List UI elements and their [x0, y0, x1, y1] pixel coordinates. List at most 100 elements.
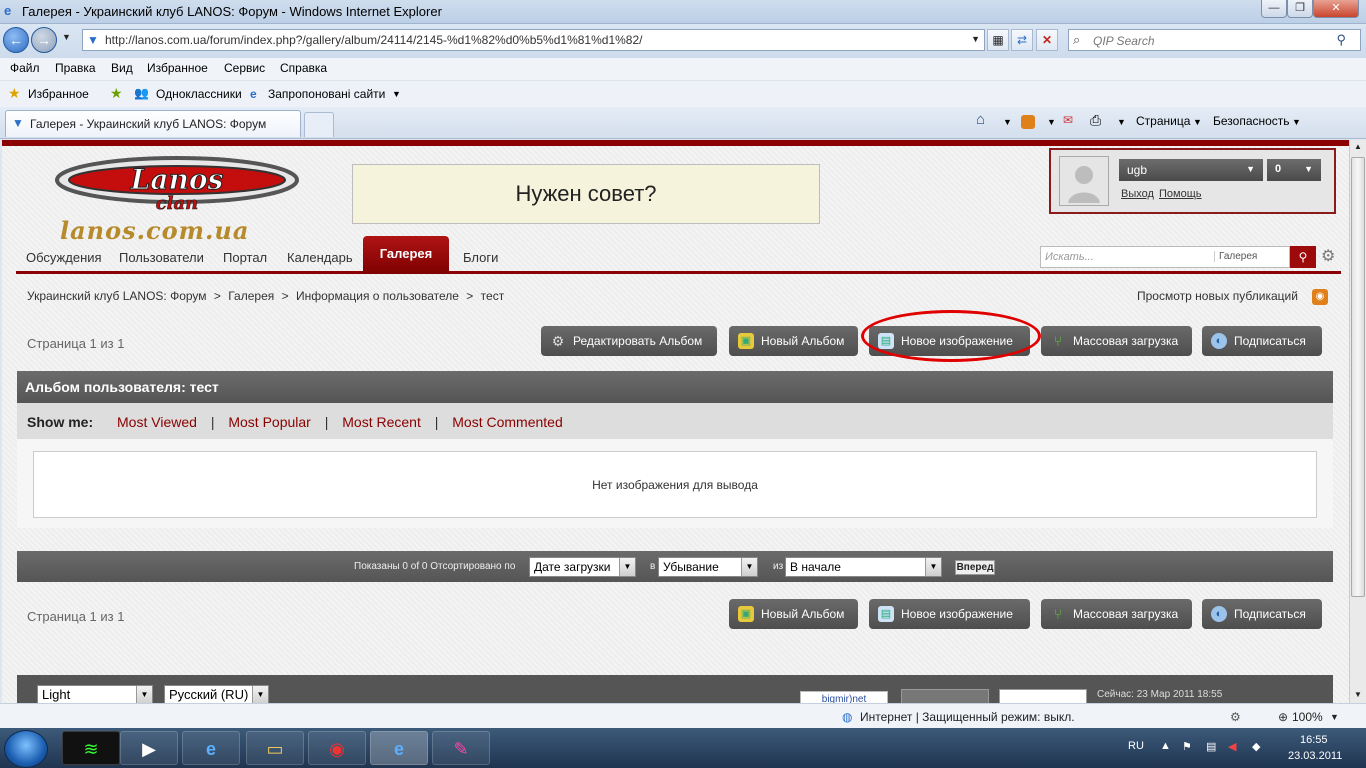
start-button[interactable]: [4, 730, 48, 768]
page-dropdown-icon[interactable]: ▼: [1193, 117, 1202, 127]
new-image-button[interactable]: ▤ Новое изображение: [869, 326, 1030, 356]
nav-discussions[interactable]: Обсуждения: [26, 250, 102, 265]
fav-suggested-sites[interactable]: Запропоновані сайти: [268, 87, 385, 101]
breadcrumb-gallery[interactable]: Галерея: [228, 289, 274, 303]
new-posts-link[interactable]: Просмотр новых публикаций: [1137, 289, 1298, 303]
rss-icon[interactable]: ◉: [1312, 289, 1328, 305]
feeds-icon[interactable]: [1021, 115, 1035, 129]
bigmir-counter[interactable]: bigmir)net: [800, 691, 888, 703]
taskbar-app-media[interactable]: ▶: [120, 731, 178, 765]
search-scope[interactable]: Галерея: [1214, 251, 1257, 262]
favorites-button[interactable]: Избранное: [28, 87, 89, 101]
taskbar-app-ie-active[interactable]: e: [370, 731, 428, 765]
compat-view-icon[interactable]: ▦: [987, 29, 1009, 51]
menu-file[interactable]: Файл: [10, 61, 40, 75]
sort-by-select[interactable]: Дате загрузки ▼: [529, 557, 636, 577]
close-button[interactable]: ✕: [1313, 0, 1359, 18]
menu-edit[interactable]: Правка: [55, 61, 96, 75]
refresh-icon[interactable]: ⇄: [1011, 29, 1033, 51]
forward-button[interactable]: →: [31, 27, 57, 53]
vertical-scrollbar[interactable]: ▲ ▼: [1349, 140, 1366, 703]
network-icon[interactable]: ▤: [1206, 740, 1216, 753]
new-album-button[interactable]: ▣ Новый Альбом: [729, 326, 858, 356]
skin-select[interactable]: Light ▼: [37, 685, 153, 703]
qip-search-input[interactable]: ⌕ QIP Search ⚲: [1068, 29, 1361, 51]
filter-most-commented[interactable]: Most Commented: [452, 414, 562, 430]
mass-upload-button[interactable]: ⑂ Массовая загрузка: [1041, 326, 1192, 356]
sort-start-select[interactable]: В начале ▼: [785, 557, 942, 577]
filter-most-viewed[interactable]: Most Viewed: [117, 414, 197, 430]
logout-link[interactable]: Выход: [1121, 188, 1154, 200]
filter-most-popular[interactable]: Most Popular: [228, 414, 310, 430]
filter-most-recent[interactable]: Most Recent: [342, 414, 421, 430]
scroll-up-icon[interactable]: ▲: [1354, 142, 1362, 151]
help-link[interactable]: Помощь: [1159, 188, 1202, 200]
protected-mode-icon[interactable]: ⚙: [1230, 710, 1241, 724]
print-dropdown-icon[interactable]: ▼: [1117, 117, 1126, 127]
tray-app-icon[interactable]: ◆: [1252, 740, 1260, 753]
scroll-thumb[interactable]: [1351, 157, 1365, 597]
user-menu-dropdown[interactable]: ugb ▼: [1119, 159, 1263, 181]
nav-blogs[interactable]: Блоги: [463, 250, 498, 265]
safety-menu[interactable]: Безопасность: [1213, 114, 1290, 128]
home-icon[interactable]: ⌂: [976, 111, 985, 128]
sort-order-select[interactable]: Убывание ▼: [658, 557, 758, 577]
ad-banner[interactable]: Нужен совет?: [352, 164, 820, 224]
print-icon[interactable]: ⎙: [1090, 112, 1101, 129]
search-button[interactable]: ⚲: [1290, 246, 1316, 268]
taskbar-app-explorer[interactable]: ▭: [246, 731, 304, 765]
menu-help[interactable]: Справка: [280, 61, 327, 75]
menu-tools[interactable]: Сервис: [224, 61, 265, 75]
mail-icon[interactable]: ✉: [1063, 113, 1073, 127]
address-dropdown-icon[interactable]: ▼: [971, 34, 980, 44]
fav-odnoklassniki[interactable]: Одноклассники: [156, 87, 242, 101]
back-button[interactable]: ←: [3, 27, 29, 53]
tab-gallery[interactable]: ▼ Галерея - Украинский клуб LANOS: Форум: [5, 110, 301, 137]
site-logo[interactable]: Lanos clan lanos.com.ua: [52, 150, 302, 245]
safety-dropdown-icon[interactable]: ▼: [1292, 117, 1301, 127]
feeds-dropdown-icon[interactable]: ▼: [1047, 117, 1056, 127]
taskbar-app-ie[interactable]: e: [182, 731, 240, 765]
suggested-dropdown-icon[interactable]: ▼: [392, 89, 401, 99]
language-select[interactable]: Русский (RU) ▼: [164, 685, 269, 703]
maximize-button[interactable]: ❐: [1287, 0, 1313, 18]
clock-time[interactable]: 16:55: [1300, 734, 1328, 746]
address-bar[interactable]: ▼ http://lanos.com.ua/forum/index.php?/g…: [82, 29, 985, 51]
nav-portal[interactable]: Портал: [223, 250, 267, 265]
tray-expand-icon[interactable]: ▲: [1160, 740, 1171, 752]
taskbar-app-chrome[interactable]: ◉: [308, 731, 366, 765]
taskbar-app-razer[interactable]: ≋: [62, 731, 120, 765]
edit-album-button[interactable]: ⚙ Редактировать Альбом: [541, 326, 717, 356]
new-image-button-bottom[interactable]: ▤ Новое изображение: [869, 599, 1030, 629]
site-search-input[interactable]: Искать... Галерея: [1040, 246, 1290, 268]
stop-icon[interactable]: ✕: [1036, 29, 1058, 51]
new-tab-button[interactable]: [304, 112, 334, 137]
scroll-down-icon[interactable]: ▼: [1354, 690, 1362, 699]
nav-calendar[interactable]: Календарь: [287, 250, 353, 265]
subscribe-button-bottom[interactable]: ◐ Подписаться: [1202, 599, 1322, 629]
avatar[interactable]: [1059, 156, 1109, 206]
notifications-dropdown[interactable]: 0 ▼: [1267, 159, 1321, 181]
mass-upload-button-bottom[interactable]: ⑂ Массовая загрузка: [1041, 599, 1192, 629]
counter-widget-2[interactable]: [999, 689, 1087, 703]
sort-go-button[interactable]: Вперед: [955, 560, 995, 575]
volume-icon[interactable]: ◀: [1228, 740, 1236, 753]
breadcrumb-forum[interactable]: Украинский клуб LANOS: Форум: [27, 289, 207, 303]
gear-icon[interactable]: ⚙: [1321, 246, 1339, 268]
subscribe-button[interactable]: ◐ Подписаться: [1202, 326, 1322, 356]
search-go-icon[interactable]: ⚲: [1336, 32, 1346, 48]
nav-gallery[interactable]: Галерея: [363, 236, 449, 274]
menu-favorites[interactable]: Избранное: [147, 61, 208, 75]
breadcrumb-user-info[interactable]: Информация о пользователе: [296, 289, 459, 303]
taskbar-app-paint[interactable]: ✎: [432, 731, 490, 765]
menu-view[interactable]: Вид: [111, 61, 133, 75]
language-indicator[interactable]: RU: [1128, 740, 1144, 752]
home-dropdown-icon[interactable]: ▼: [1003, 117, 1012, 127]
new-album-button-bottom[interactable]: ▣ Новый Альбом: [729, 599, 858, 629]
history-dropdown-icon[interactable]: ▼: [62, 32, 71, 42]
counter-widget[interactable]: [901, 689, 989, 703]
zoom-dropdown-icon[interactable]: ▼: [1330, 712, 1339, 722]
page-menu[interactable]: Страница: [1136, 114, 1190, 128]
add-favorite-icon[interactable]: ★: [110, 85, 123, 102]
zoom-level[interactable]: 100%: [1292, 710, 1323, 724]
